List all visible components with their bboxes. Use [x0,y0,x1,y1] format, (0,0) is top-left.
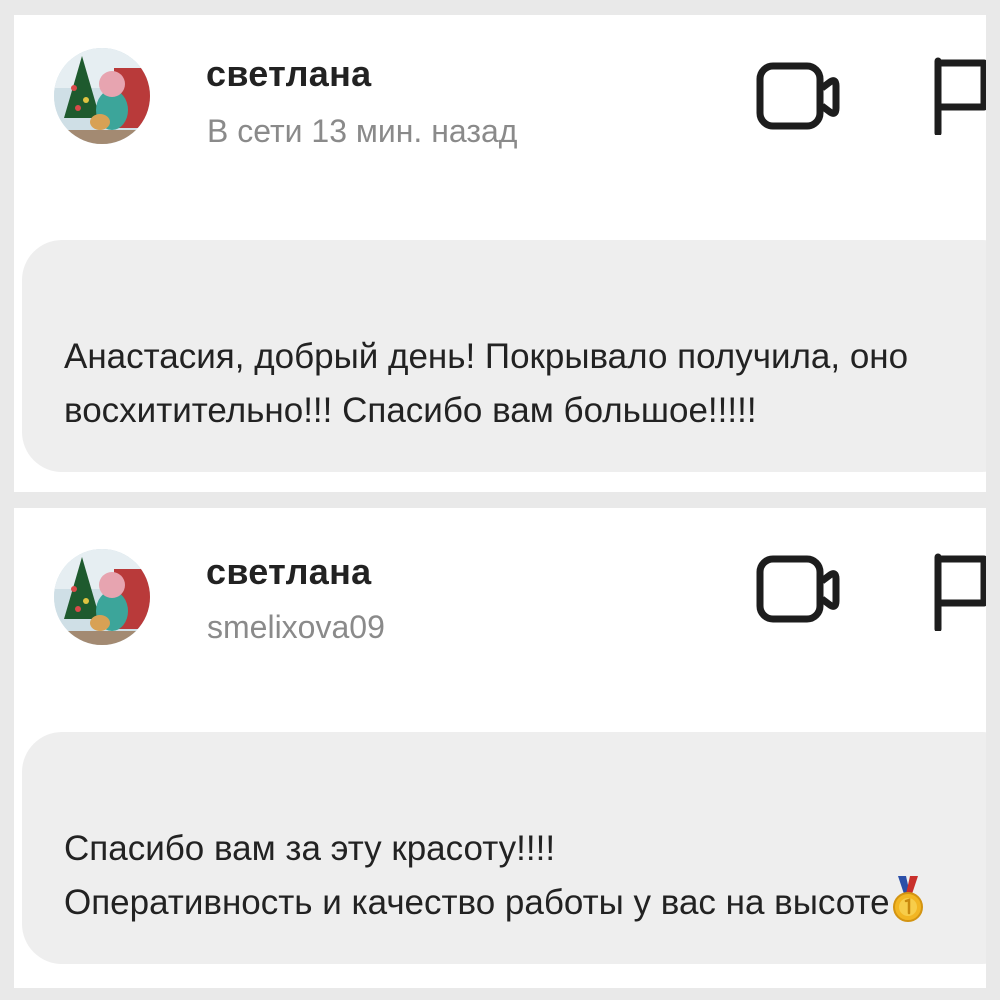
avatar-photo-icon [54,48,150,144]
medal-icon [892,876,924,924]
author-name[interactable]: светлана [206,551,371,593]
report-button[interactable] [926,551,986,633]
message-card: светлана smelixova09 Спасибо вам за эту … [14,508,986,988]
video-call-button[interactable] [756,60,848,134]
avatar[interactable] [54,48,150,144]
video-call-button[interactable] [756,553,848,627]
report-flag-icon [934,553,986,633]
avatar-photo-icon [54,549,150,645]
video-call-icon [756,62,840,130]
author-name[interactable]: светлана [206,53,371,95]
report-button[interactable] [926,55,986,137]
message-text: Анастасия, добрый день! Покрывало получи… [64,337,909,430]
online-status: В сети 13 мин. назад [207,113,518,149]
avatar[interactable] [54,549,150,645]
message-text: Спасибо вам за эту красоту!!!! Оперативн… [64,829,890,922]
message-card: светлана В сети 13 мин. назад Анастасия,… [14,15,986,492]
video-call-icon [756,555,840,623]
message-bubble: Анастасия, добрый день! Покрывало получи… [22,240,986,472]
username: smelixova09 [207,609,385,645]
report-flag-icon [934,57,986,137]
message-bubble: Спасибо вам за эту красоту!!!! Оперативн… [22,732,986,964]
